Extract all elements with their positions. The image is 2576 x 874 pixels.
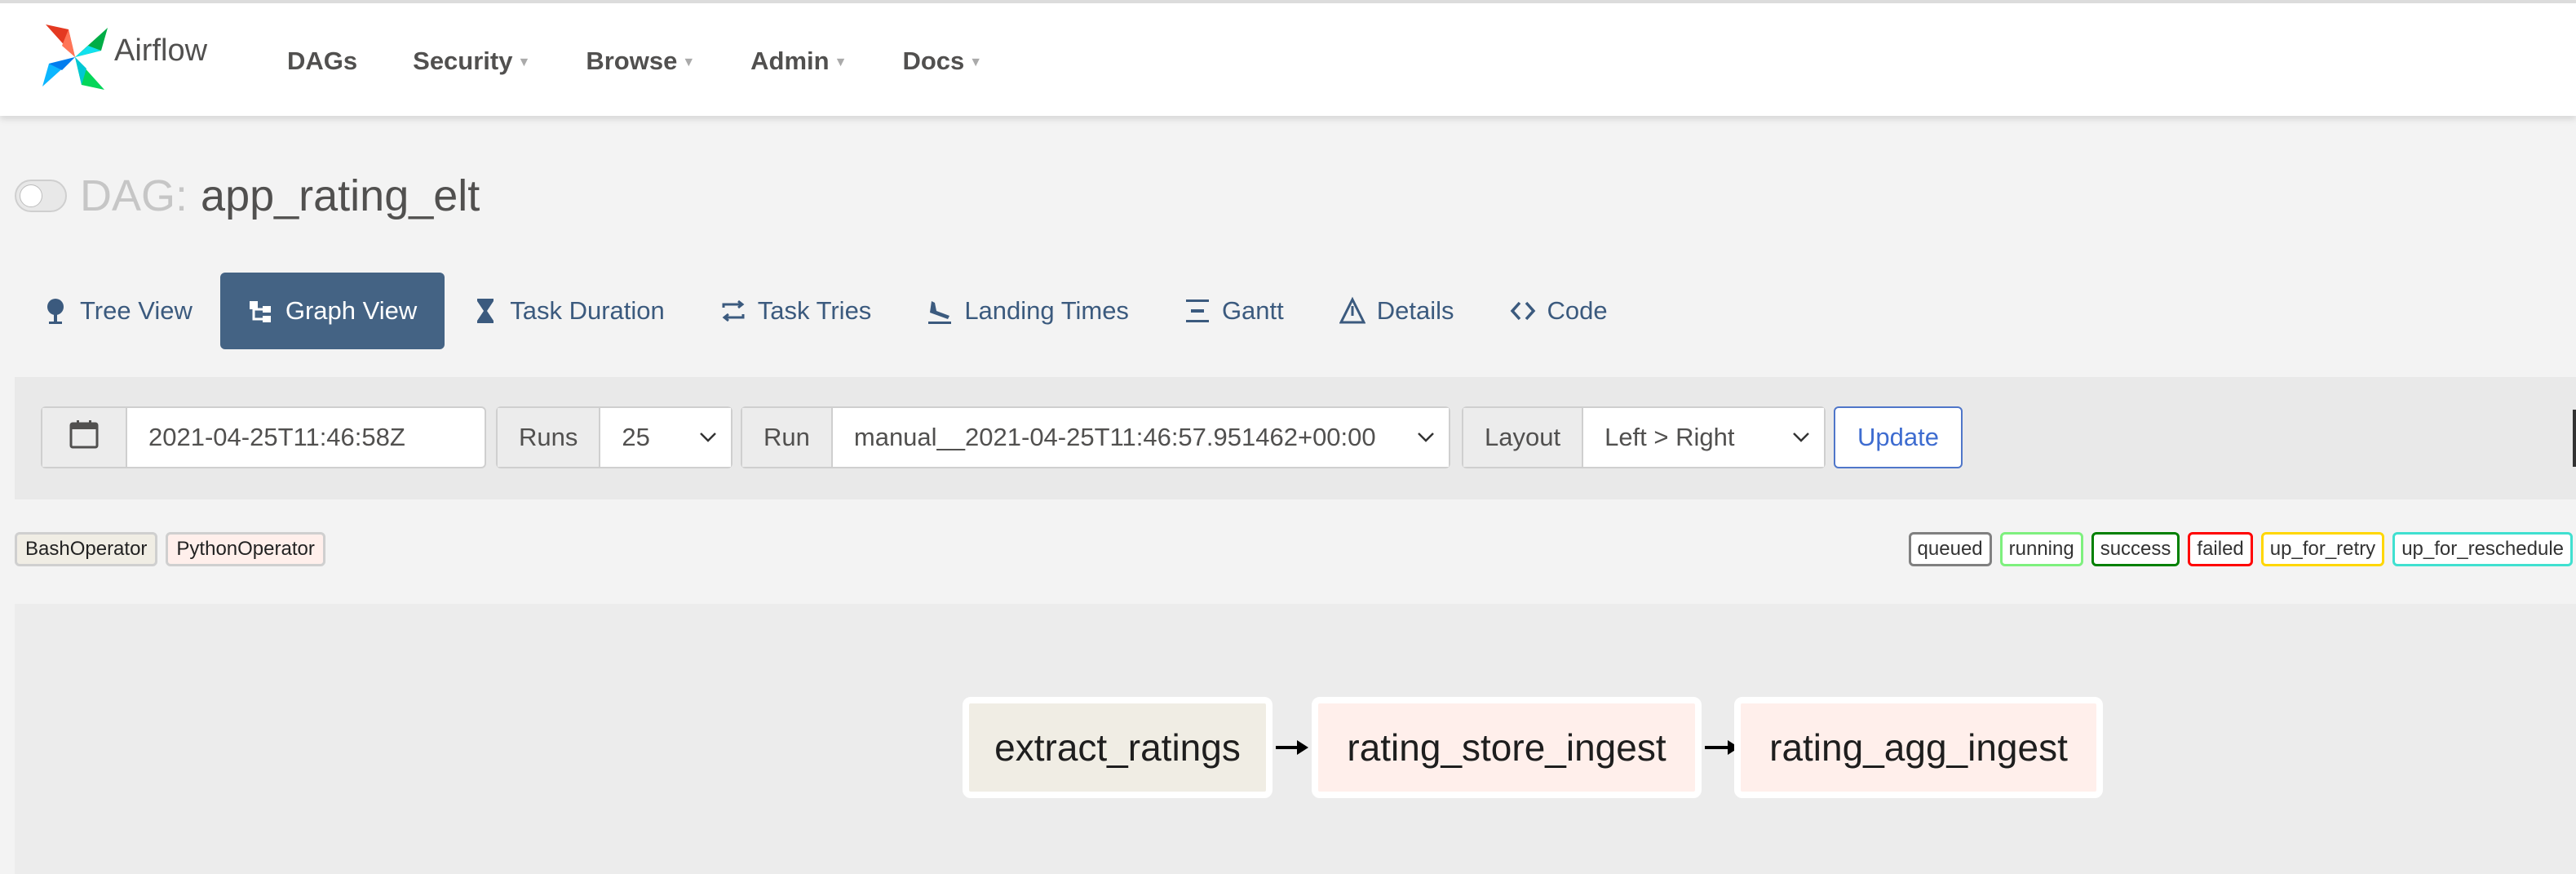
base-date-group: 2021-04-25T11:46:58Z — [41, 406, 486, 468]
tab-details-label: Details — [1376, 296, 1454, 325]
tab-code[interactable]: Code — [1482, 273, 1635, 349]
update-button[interactable]: Update — [1834, 406, 1963, 468]
gantt-icon — [1184, 296, 1211, 326]
dag-view-tabs: Tree View Graph View Task Duration Task … — [15, 273, 1635, 349]
main-nav: DAGs Security ▼ Browse ▼ Admin ▼ Docs ▼ — [287, 3, 1038, 119]
nav-admin[interactable]: Admin ▼ — [750, 47, 847, 76]
chevron-down-icon — [1791, 431, 1824, 444]
legend-state-success[interactable]: success — [2091, 532, 2180, 566]
graph-filter-bar: 2021-04-25T11:46:58Z Runs 25 Run manual_… — [15, 377, 2576, 499]
toggle-knob — [20, 184, 42, 207]
task-node-extract-ratings[interactable]: extract_ratings — [963, 697, 1273, 798]
runs-select-value: 25 — [622, 423, 650, 451]
tab-task-tries-label: Task Tries — [757, 296, 872, 325]
nav-browse-label: Browse — [586, 47, 678, 75]
task-node-rating-store-ingest[interactable]: rating_store_ingest — [1312, 697, 1702, 798]
legend-state-failed[interactable]: failed — [2188, 532, 2253, 566]
nav-browse[interactable]: Browse ▼ — [586, 47, 695, 76]
task-node-label: extract_ratings — [994, 726, 1241, 769]
tab-code-label: Code — [1547, 296, 1608, 325]
legend-state-running[interactable]: running — [1999, 532, 2083, 566]
base-date-input[interactable]: 2021-04-25T11:46:58Z — [127, 408, 427, 467]
graph-icon — [248, 296, 274, 326]
nav-dags[interactable]: DAGs — [287, 47, 357, 76]
arrowhead-icon — [1297, 740, 1308, 755]
nav-admin-label: Admin — [750, 47, 830, 75]
dag-label-prefix: DAG: — [80, 171, 188, 220]
edge-extract-to-store — [1276, 746, 1299, 749]
layout-select-value: Left > Right — [1604, 423, 1735, 451]
tab-task-duration-label: Task Duration — [510, 296, 665, 325]
brand-home-link[interactable]: Airflow — [39, 23, 207, 95]
nav-security[interactable]: Security ▼ — [413, 47, 530, 76]
chevron-down-icon — [1416, 431, 1449, 444]
legend-python-operator: PythonOperator — [166, 532, 325, 566]
hourglass-icon — [472, 296, 498, 326]
tab-graph-view-label: Graph View — [285, 296, 418, 325]
run-group: Run manual__2021-04-25T11:46:57.951462+0… — [741, 406, 1450, 468]
tab-details[interactable]: Details — [1312, 273, 1482, 349]
scroll-edge — [2573, 410, 2576, 467]
plane-landing-icon — [927, 296, 953, 326]
brand-name: Airflow — [114, 33, 208, 68]
dag-header: DAG: app_rating_elt — [15, 163, 480, 228]
tab-gantt-label: Gantt — [1221, 296, 1284, 325]
operator-legend: BashOperator PythonOperator — [15, 532, 334, 566]
runs-select[interactable]: 25 — [600, 408, 731, 467]
edge-store-to-agg — [1705, 746, 1729, 749]
dag-pause-toggle[interactable] — [15, 180, 67, 212]
tab-gantt[interactable]: Gantt — [1157, 273, 1312, 349]
layout-select[interactable]: Left > Right — [1583, 408, 1824, 467]
nav-dags-label: DAGs — [287, 47, 358, 75]
runs-group: Runs 25 — [496, 406, 733, 468]
tab-task-duration[interactable]: Task Duration — [445, 273, 693, 349]
layout-group: Layout Left > Right — [1462, 406, 1826, 468]
tab-tree-view-label: Tree View — [80, 296, 193, 325]
legend-state-up-for-retry[interactable]: up_for_retry — [2260, 532, 2385, 566]
nav-security-label: Security — [413, 47, 513, 75]
tab-landing-times-label: Landing Times — [964, 296, 1129, 325]
runs-label: Runs — [498, 408, 601, 467]
run-select[interactable]: manual__2021-04-25T11:46:57.951462+00:00 — [832, 408, 1449, 467]
nav-docs[interactable]: Docs ▼ — [902, 47, 982, 76]
legend-bash-operator: BashOperator — [15, 532, 158, 566]
task-node-label: rating_store_ingest — [1347, 726, 1666, 769]
dag-name: app_rating_elt — [201, 171, 480, 220]
caret-down-icon: ▼ — [517, 55, 531, 69]
calendar-icon — [69, 419, 100, 456]
tab-task-tries[interactable]: Task Tries — [693, 273, 900, 349]
run-select-value: manual__2021-04-25T11:46:57.951462+00:00 — [853, 423, 1376, 451]
tree-icon — [42, 296, 69, 326]
tab-graph-view[interactable]: Graph View — [219, 273, 445, 349]
tab-tree-view[interactable]: Tree View — [15, 273, 220, 349]
legend-state-up-for-reschedule[interactable]: up_for_reschedule — [2392, 532, 2573, 566]
date-picker-button[interactable] — [42, 408, 127, 467]
layout-label: Layout — [1463, 408, 1584, 467]
tab-landing-times[interactable]: Landing Times — [899, 273, 1157, 349]
airflow-pinwheel-icon — [39, 21, 111, 97]
nav-docs-label: Docs — [902, 47, 965, 75]
retry-icon — [720, 296, 746, 326]
task-node-rating-agg-ingest[interactable]: rating_agg_ingest — [1734, 697, 2103, 798]
top-navbar: Airflow DAGs Security ▼ Browse ▼ Admin ▼ Do… — [0, 0, 2576, 116]
state-legend: queued running success failed up_for_ret… — [1901, 532, 2573, 566]
task-node-label: rating_agg_ingest — [1769, 726, 2068, 769]
chevron-down-icon — [698, 431, 731, 444]
warning-triangle-icon — [1339, 296, 1365, 326]
legend-state-queued[interactable]: queued — [1908, 532, 1992, 566]
dag-graph-canvas[interactable]: extract_ratings rating_store_ingest rati… — [15, 604, 2576, 874]
caret-down-icon: ▼ — [834, 55, 848, 69]
caret-down-icon: ▼ — [682, 55, 696, 69]
run-label: Run — [742, 408, 833, 467]
code-icon — [1510, 296, 1536, 326]
caret-down-icon: ▼ — [969, 55, 983, 69]
